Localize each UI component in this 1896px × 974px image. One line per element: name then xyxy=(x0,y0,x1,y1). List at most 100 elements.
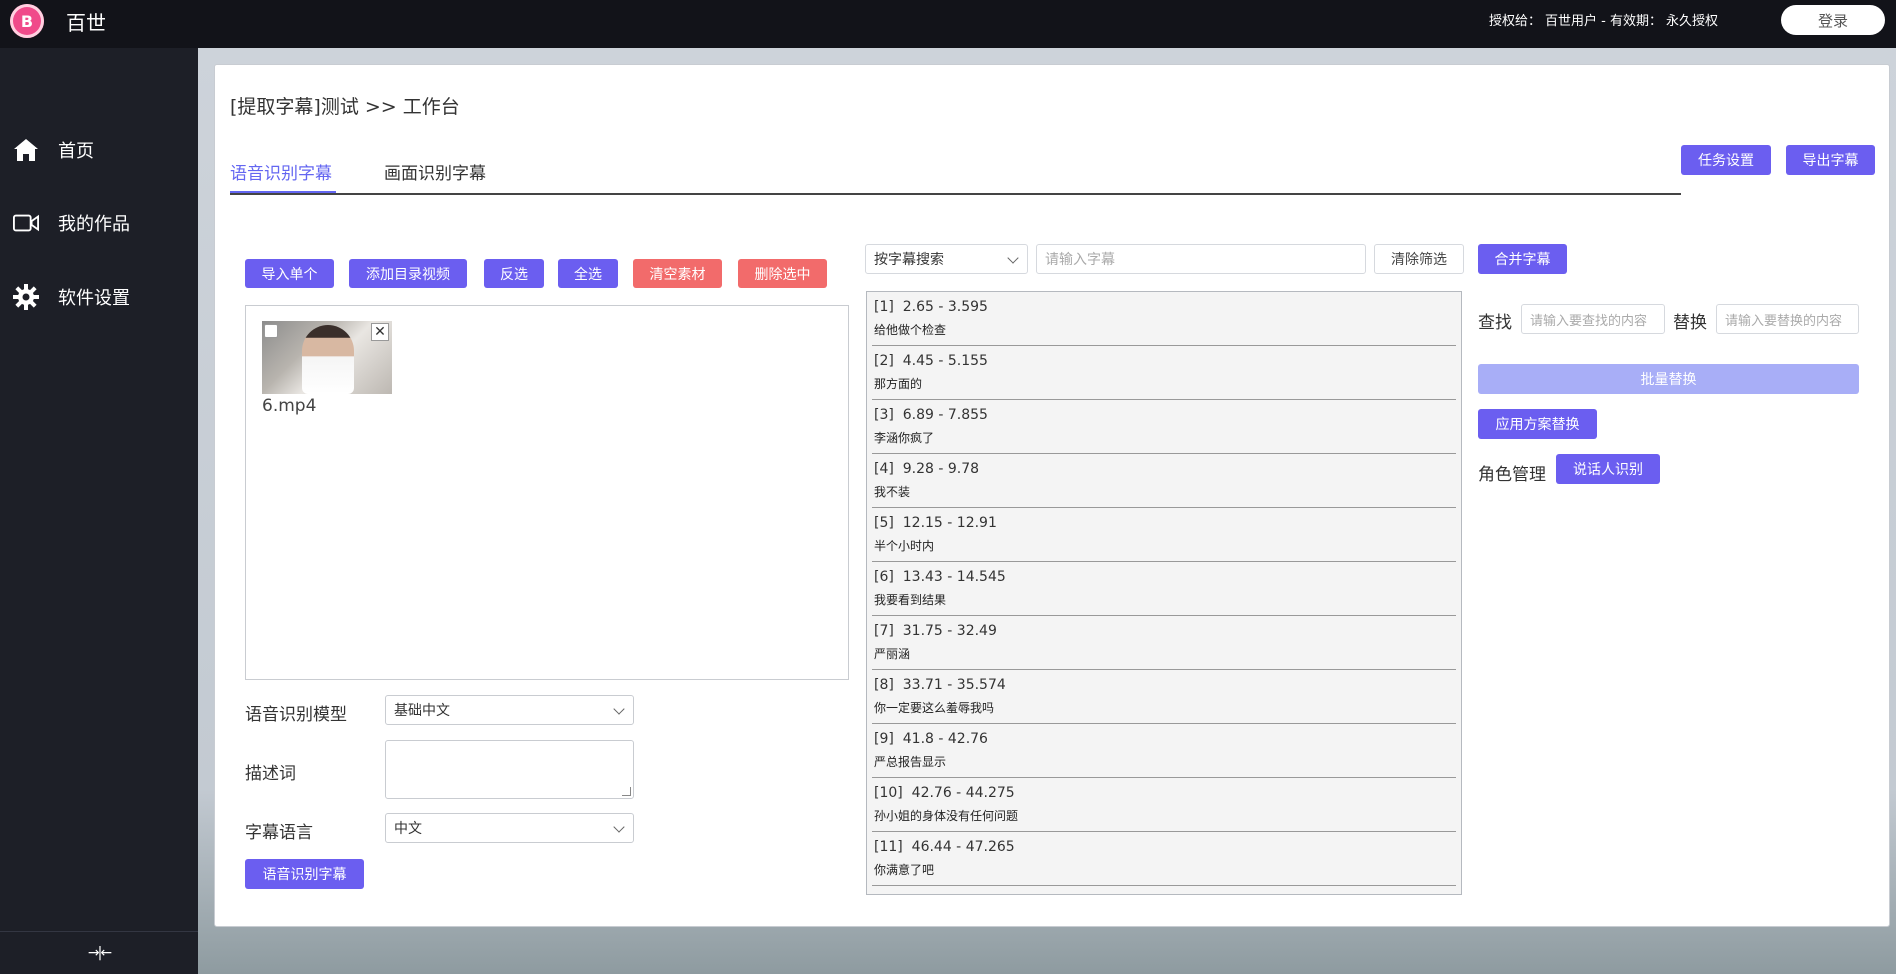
prompt-label: 描述词 xyxy=(245,764,296,784)
tab-bar: 语音识别字幕 画面识别字幕 xyxy=(230,155,1681,195)
chevron-down-icon xyxy=(613,703,625,715)
login-button[interactable]: 登录 xyxy=(1781,5,1885,35)
close-icon[interactable]: ✕ xyxy=(371,323,389,341)
subtitle-list[interactable]: [1] 2.65 - 3.595 给他做个检查 [2] 4.45 - 5.155… xyxy=(866,291,1462,895)
sidebar-item-label: 软件设置 xyxy=(58,288,130,309)
subtitle-row[interactable]: [1] 2.65 - 3.595 给他做个检查 xyxy=(872,292,1456,346)
import-single-button[interactable]: 导入单个 xyxy=(245,259,334,288)
replace-input[interactable]: 请输入要替换的内容 xyxy=(1716,304,1859,334)
subtitle-row[interactable]: [3] 6.89 - 7.855 李涵你疯了 xyxy=(872,400,1456,454)
chevron-down-icon xyxy=(613,821,625,833)
active-tab-indicator xyxy=(230,191,336,193)
tab-image-recognition[interactable]: 画面识别字幕 xyxy=(384,159,486,184)
batch-replace-button[interactable]: 批量替换 xyxy=(1478,364,1859,394)
subtitle-time: [10] 42.76 - 44.275 xyxy=(874,785,1015,801)
subtitle-time: [7] 31.75 - 32.49 xyxy=(874,623,997,639)
delete-selected-button[interactable]: 删除选中 xyxy=(738,259,827,288)
subtitle-row[interactable]: [8] 33.71 - 35.574 你一定要这么羞辱我吗 xyxy=(872,670,1456,724)
subtitle-text: 严丽涵 xyxy=(874,647,911,661)
top-bar: B 百世 授权给： 百世用户 - 有效期： 永久授权 登录 xyxy=(0,0,1896,48)
subtitle-search-input[interactable]: 请输入字幕 xyxy=(1036,244,1366,274)
subtitle-row[interactable]: [9] 41.8 - 42.76 严总报告显示 xyxy=(872,724,1456,778)
chevron-down-icon xyxy=(1007,252,1019,264)
export-subtitles-button[interactable]: 导出字幕 xyxy=(1786,145,1875,175)
subtitle-row[interactable]: [7] 31.75 - 32.49 严丽涵 xyxy=(872,616,1456,670)
apply-scheme-replace-button[interactable]: 应用方案替换 xyxy=(1478,409,1597,439)
replace-placeholder: 请输入要替换的内容 xyxy=(1725,313,1843,329)
subtitle-text: 你一定要这么羞辱我吗 xyxy=(874,701,995,715)
subtitle-row[interactable]: [6] 13.43 - 14.545 我要看到结果 xyxy=(872,562,1456,616)
find-label: 查找 xyxy=(1478,313,1512,333)
thumbnail-person xyxy=(302,325,354,394)
sidebar-item-settings[interactable]: 软件设置 xyxy=(0,270,198,324)
clear-filter-button[interactable]: 清除筛选 xyxy=(1374,244,1464,274)
gear-icon xyxy=(13,284,39,310)
home-icon xyxy=(13,137,39,163)
subtitle-time: [5] 12.15 - 12.91 xyxy=(874,515,997,531)
subtitle-time: [6] 13.43 - 14.545 xyxy=(874,569,1006,585)
material-checkbox[interactable] xyxy=(264,324,278,338)
tab-label: 语音识别字幕 xyxy=(230,164,332,184)
subtitle-text: 我不装 xyxy=(874,485,911,499)
subtitle-time: [3] 6.89 - 7.855 xyxy=(874,407,988,423)
language-select[interactable]: 中文 xyxy=(385,813,634,843)
license-label: 授权给： xyxy=(1489,14,1542,29)
tab-speech-recognition[interactable]: 语音识别字幕 xyxy=(230,159,336,193)
subtitle-time: [8] 33.71 - 35.574 xyxy=(874,677,1006,693)
subtitle-text: 你满意了吧 xyxy=(874,863,935,877)
merge-subtitles-button[interactable]: 合并字幕 xyxy=(1478,244,1567,274)
find-placeholder: 请输入要查找的内容 xyxy=(1530,313,1648,329)
subtitle-text: 半个小时内 xyxy=(874,539,935,553)
search-placeholder: 请输入字幕 xyxy=(1045,252,1115,268)
subtitle-row[interactable]: [2] 4.45 - 5.155 那方面的 xyxy=(872,346,1456,400)
subtitle-time: [11] 46.44 - 47.265 xyxy=(874,839,1015,855)
subtitle-text: 给他做个检查 xyxy=(874,323,947,337)
clear-filter-label: 清除筛选 xyxy=(1391,252,1447,268)
subtitle-row[interactable]: [11] 46.44 - 47.265 你满意了吧 xyxy=(872,832,1456,886)
subtitle-time: [2] 4.45 - 5.155 xyxy=(874,353,988,369)
collapse-icon: →|← xyxy=(87,945,112,961)
find-input[interactable]: 请输入要查找的内容 xyxy=(1521,304,1665,334)
add-folder-video-button[interactable]: 添加目录视频 xyxy=(349,259,467,288)
sidebar-item-home[interactable]: 首页 xyxy=(0,123,198,177)
page-title: [提取字幕]测试 >> 工作台 xyxy=(230,96,460,118)
subtitle-text: 严总报告显示 xyxy=(874,755,947,769)
license-term: 永久授权 xyxy=(1665,14,1718,29)
material-list[interactable]: ✕ 6.mp4 xyxy=(245,305,849,680)
role-management-label: 角色管理 xyxy=(1478,465,1546,485)
model-select[interactable]: 基础中文 xyxy=(385,695,634,725)
video-camera-icon xyxy=(13,210,39,236)
invert-selection-button[interactable]: 反选 xyxy=(484,259,544,288)
language-label: 字幕语言 xyxy=(245,823,313,843)
subtitle-row[interactable]: [5] 12.15 - 12.91 半个小时内 xyxy=(872,508,1456,562)
subtitle-time: [9] 41.8 - 42.76 xyxy=(874,731,988,747)
language-select-value: 中文 xyxy=(394,821,422,837)
speaker-recognition-button[interactable]: 说话人识别 xyxy=(1556,454,1660,484)
app-title: 百世 xyxy=(66,11,106,35)
replace-label: 替换 xyxy=(1673,313,1707,333)
model-label: 语音识别模型 xyxy=(245,705,347,725)
subtitle-row[interactable]: [4] 9.28 - 9.78 我不装 xyxy=(872,454,1456,508)
search-mode-select[interactable]: 按字幕搜索 xyxy=(865,244,1028,274)
logo-letter: B xyxy=(20,11,34,31)
subtitle-time: [1] 2.65 - 3.595 xyxy=(874,299,988,315)
clear-material-button[interactable]: 清空素材 xyxy=(633,259,722,288)
sidebar-collapse-button[interactable]: →|← xyxy=(0,931,198,974)
tab-label: 画面识别字幕 xyxy=(384,164,486,184)
sidebar-item-label: 首页 xyxy=(58,141,94,162)
task-settings-button[interactable]: 任务设置 xyxy=(1681,145,1771,175)
model-select-value: 基础中文 xyxy=(394,703,450,719)
subtitle-text: 我要看到结果 xyxy=(874,593,947,607)
search-mode-value: 按字幕搜索 xyxy=(874,252,944,268)
select-all-button[interactable]: 全选 xyxy=(558,259,618,288)
subtitle-row[interactable]: [10] 42.76 - 44.275 孙小姐的身体没有任何问题 xyxy=(872,778,1456,832)
sidebar-item-works[interactable]: 我的作品 xyxy=(0,196,198,250)
prompt-textarea[interactable] xyxy=(385,740,634,799)
speech-recognize-button[interactable]: 语音识别字幕 xyxy=(245,859,364,889)
file-name: 6.mp4 xyxy=(262,396,317,416)
license-user: 百世用户 - 有效期： xyxy=(1545,14,1662,29)
subtitle-text: 李涵你疯了 xyxy=(874,431,935,445)
sidebar-item-label: 我的作品 xyxy=(58,214,130,235)
sidebar: 首页 我的作品 软件设置 →|← xyxy=(0,48,198,974)
subtitle-time: [4] 9.28 - 9.78 xyxy=(874,461,980,477)
